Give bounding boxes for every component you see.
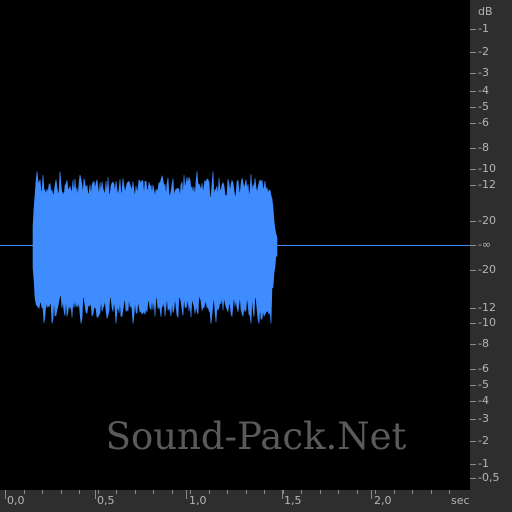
db-tick	[470, 52, 476, 53]
db-label: -5	[478, 100, 489, 113]
db-tick	[470, 464, 476, 465]
time-minor-tick	[172, 490, 173, 494]
db-label: -2	[478, 434, 489, 447]
time-label: 2,0	[374, 494, 392, 507]
time-label: 0,0	[7, 494, 25, 507]
db-label: -12	[478, 178, 496, 191]
time-minor-tick	[449, 490, 450, 494]
db-label: -20	[478, 214, 496, 227]
db-tick	[470, 73, 476, 74]
audio-editor-view: Sound-Pack.Net dB -1 -2 -3 -4 -5 -6 -8 -…	[0, 0, 512, 512]
time-ruler: 0,0 0,5 1,0 1,5 2,0 sec	[0, 490, 512, 512]
time-unit-label: sec	[451, 494, 470, 507]
db-tick	[470, 369, 476, 370]
db-label: -8	[478, 337, 489, 350]
time-minor-tick	[153, 490, 154, 494]
db-tick	[470, 441, 476, 442]
db-tick	[470, 385, 476, 386]
db-label: -4	[478, 84, 489, 97]
db-label: -8	[478, 141, 489, 154]
db-label: -∞	[478, 238, 492, 251]
db-tick	[470, 308, 476, 309]
db-label: -6	[478, 362, 489, 375]
db-label: -12	[478, 301, 496, 314]
time-minor-tick	[338, 490, 339, 494]
time-minor-tick	[357, 490, 358, 494]
time-minor-tick	[375, 490, 376, 494]
time-tick	[186, 490, 187, 499]
db-unit-label: dB	[478, 5, 493, 18]
db-label: -6	[478, 116, 489, 129]
time-minor-tick	[24, 490, 25, 494]
db-tick	[470, 148, 476, 149]
time-minor-tick	[412, 490, 413, 494]
time-label: 1,0	[189, 494, 207, 507]
time-minor-tick	[135, 490, 136, 494]
db-label: -0,5	[478, 471, 500, 484]
db-label: -3	[478, 66, 489, 79]
db-tick	[470, 419, 476, 420]
db-tick	[470, 245, 476, 246]
db-tick	[470, 401, 476, 402]
db-tick	[470, 29, 476, 30]
db-tick	[470, 323, 476, 324]
db-label: -3	[478, 412, 489, 425]
time-minor-tick	[190, 490, 191, 494]
db-tick	[470, 123, 476, 124]
time-minor-tick	[5, 490, 6, 494]
db-label: -10	[478, 162, 496, 175]
time-minor-tick	[227, 490, 228, 494]
time-minor-tick	[431, 490, 432, 494]
time-minor-tick	[264, 490, 265, 494]
time-label: 1,5	[284, 494, 302, 507]
db-label: -4	[478, 394, 489, 407]
waveform-display[interactable]	[0, 0, 470, 490]
db-tick	[470, 185, 476, 186]
db-label: -1	[478, 22, 489, 35]
time-minor-tick	[98, 490, 99, 494]
db-label: -1	[478, 457, 489, 470]
db-tick	[470, 478, 476, 479]
time-minor-tick	[394, 490, 395, 494]
db-label: -20	[478, 263, 496, 276]
db-label: -2	[478, 45, 489, 58]
time-tick	[371, 490, 372, 499]
db-tick	[470, 169, 476, 170]
time-label: 0,5	[97, 494, 115, 507]
db-label: -5	[478, 378, 489, 391]
time-minor-tick	[320, 490, 321, 494]
time-minor-tick	[79, 490, 80, 494]
waveform-svg	[0, 171, 470, 324]
db-tick	[470, 91, 476, 92]
db-label: -10	[478, 316, 496, 329]
time-minor-tick	[42, 490, 43, 494]
time-minor-tick	[246, 490, 247, 494]
db-scale-ruler: dB -1 -2 -3 -4 -5 -6 -8 -10 -12 -20 -∞ -…	[470, 0, 512, 490]
time-minor-tick	[301, 490, 302, 494]
time-minor-tick	[116, 490, 117, 494]
time-minor-tick	[283, 490, 284, 494]
time-tick	[95, 490, 96, 499]
db-tick	[470, 221, 476, 222]
time-minor-tick	[209, 490, 210, 494]
waveform-envelope	[32, 171, 278, 324]
db-tick	[470, 270, 476, 271]
db-tick	[470, 344, 476, 345]
db-tick	[470, 107, 476, 108]
time-minor-tick	[61, 490, 62, 494]
